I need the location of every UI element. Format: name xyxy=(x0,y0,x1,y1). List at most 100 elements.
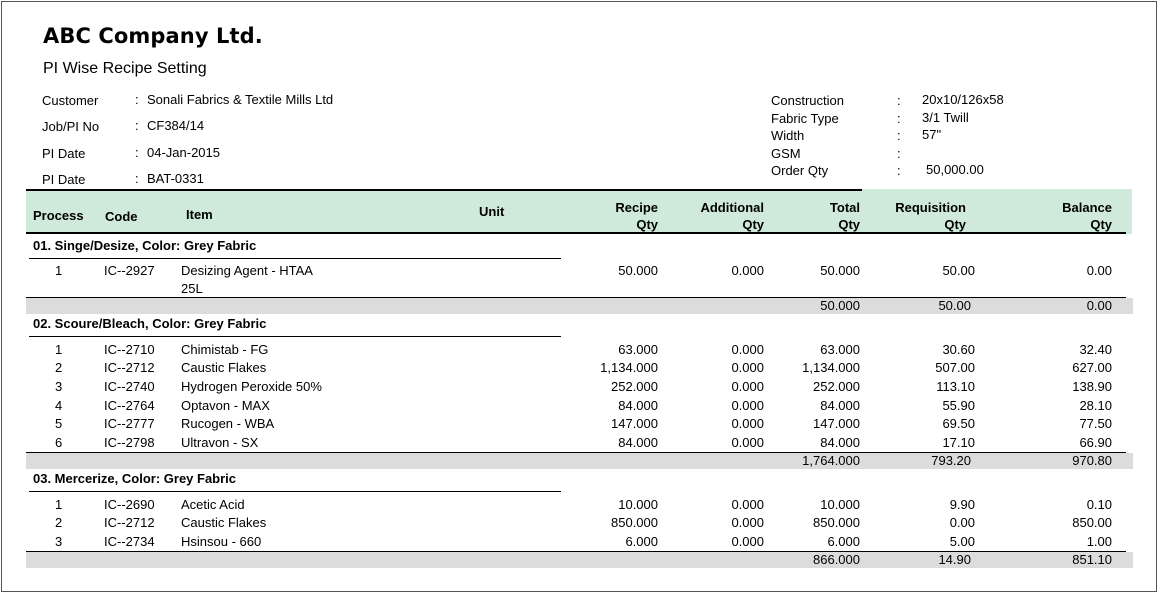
col-recipe-qty: Qty xyxy=(636,217,658,232)
width-value: 57" xyxy=(922,127,942,142)
row-requisition-qty: 9.90 xyxy=(949,497,975,512)
row-requisition-qty: 0.00 xyxy=(949,515,975,530)
construction-value: 20x10/126x58 xyxy=(922,92,1004,107)
colon: : xyxy=(897,93,901,108)
row-additional-qty: 0.000 xyxy=(731,379,764,394)
width-label: Width xyxy=(771,128,805,143)
col-additional-qty: Qty xyxy=(742,217,764,232)
row-code: IC--2798 xyxy=(104,435,155,450)
row-item: Optavon - MAX xyxy=(181,398,270,413)
pi-date-value: 04-Jan-2015 xyxy=(147,145,220,160)
group-title: 01. Singe/Desize, Color: Grey Fabric xyxy=(33,238,257,253)
row-total-qty: 147.000 xyxy=(813,416,860,431)
subtotal-requisition-qty: 793.20 xyxy=(931,453,971,468)
table-row: 3 IC--2734 Hsinsou - 660 6.000 0.000 6.0… xyxy=(0,534,1160,552)
row-requisition-qty: 30.60 xyxy=(942,342,975,357)
fabric-type-label: Fabric Type xyxy=(771,111,839,126)
col-requisition: Requisition xyxy=(895,200,966,215)
col-unit: Unit xyxy=(479,204,505,219)
row-balance-qty: 32.40 xyxy=(1079,342,1112,357)
construction-label: Construction xyxy=(771,93,844,108)
row-item: Chimistab - FG xyxy=(181,342,269,357)
row-code: IC--2927 xyxy=(104,263,155,278)
row-code: IC--2777 xyxy=(104,416,155,431)
row-code: IC--2690 xyxy=(104,497,155,512)
col-requisition-qty: Qty xyxy=(944,217,966,232)
gsm-label: GSM xyxy=(771,146,801,161)
colon: : xyxy=(897,163,901,178)
row-sl: 1 xyxy=(55,497,63,512)
order-qty-label: Order Qty xyxy=(771,163,829,178)
row-item: Caustic Flakes xyxy=(181,515,267,530)
row-recipe-qty: 147.000 xyxy=(611,416,658,431)
row-code: IC--2734 xyxy=(104,534,155,549)
colon: : xyxy=(897,146,901,161)
col-code: Code xyxy=(105,209,138,224)
group-underline xyxy=(29,258,561,259)
col-item: Item xyxy=(186,207,213,222)
order-qty-value: 50,000.00 xyxy=(926,162,984,177)
row-additional-qty: 0.000 xyxy=(731,534,764,549)
subtotal-requisition-qty: 50.00 xyxy=(938,298,971,313)
subtotal-total-qty: 1,764.000 xyxy=(802,453,860,468)
col-total-qty: Qty xyxy=(838,217,860,232)
row-item: Desizing Agent - HTAA xyxy=(181,263,313,278)
row-sl: 3 xyxy=(55,379,63,394)
row-requisition-qty: 113.10 xyxy=(936,379,975,394)
colon: : xyxy=(897,128,901,143)
row-total-qty: 6.000 xyxy=(827,534,860,549)
pi-date-value-2: BAT-0331 xyxy=(147,171,204,186)
row-recipe-qty: 850.000 xyxy=(611,515,658,530)
colon: : xyxy=(897,111,901,126)
company-name: ABC Company Ltd. xyxy=(43,24,263,48)
row-additional-qty: 0.000 xyxy=(731,342,764,357)
row-code: IC--2764 xyxy=(104,398,155,413)
table-row: 1 IC--2690 Acetic Acid 10.000 0.000 10.0… xyxy=(0,497,1160,515)
fabric-type-value: 3/1 Twill xyxy=(922,110,969,125)
row-total-qty: 63.000 xyxy=(820,342,860,357)
subtotal-balance-qty: 0.00 xyxy=(1086,298,1112,313)
row-requisition-qty: 50.00 xyxy=(942,263,975,278)
subtotal-balance-qty: 970.80 xyxy=(1072,453,1112,468)
row-code: IC--2712 xyxy=(104,360,155,375)
row-item-line2: 25L xyxy=(181,281,203,296)
col-process: Process xyxy=(33,208,84,223)
row-sl: 3 xyxy=(55,534,63,549)
row-additional-qty: 0.000 xyxy=(731,515,764,530)
row-recipe-qty: 1,134.000 xyxy=(600,360,658,375)
row-sl: 5 xyxy=(55,416,63,431)
col-balance: Balance xyxy=(1062,200,1112,215)
customer-value: Sonali Fabrics & Textile Mills Ltd xyxy=(147,92,334,107)
row-total-qty: 50.000 xyxy=(820,263,860,278)
row-requisition-qty: 17.10 xyxy=(942,435,975,450)
row-balance-qty: 77.50 xyxy=(1079,416,1112,431)
subtotal-balance-qty: 851.10 xyxy=(1072,552,1112,567)
row-additional-qty: 0.000 xyxy=(731,263,764,278)
report-title: PI Wise Recipe Setting xyxy=(43,60,207,77)
header-top-rule xyxy=(26,189,862,191)
job-pi-value: CF384/14 xyxy=(147,118,205,133)
row-total-qty: 1,134.000 xyxy=(802,360,860,375)
table-row: 1 IC--2710 Chimistab - FG 63.000 0.000 6… xyxy=(0,342,1160,360)
row-sl: 2 xyxy=(55,360,63,375)
row-recipe-qty: 84.000 xyxy=(618,435,658,450)
row-sl: 6 xyxy=(55,435,63,450)
table-row: 2 IC--2712 Caustic Flakes 850.000 0.000 … xyxy=(0,515,1160,533)
col-additional: Additional xyxy=(700,200,764,215)
subtotal-total-qty: 866.000 xyxy=(813,552,860,567)
row-additional-qty: 0.000 xyxy=(731,360,764,375)
row-additional-qty: 0.000 xyxy=(731,435,764,450)
customer-label: Customer xyxy=(42,93,99,108)
row-balance-qty: 850.00 xyxy=(1072,515,1112,530)
subtotal-requisition-qty: 14.90 xyxy=(938,552,971,567)
table-row: 2 IC--2712 Caustic Flakes 1,134.000 0.00… xyxy=(0,360,1160,378)
colon: : xyxy=(135,171,139,186)
group-title: 02. Scoure/Bleach, Color: Grey Fabric xyxy=(33,316,267,331)
row-additional-qty: 0.000 xyxy=(731,416,764,431)
subtotal-total-qty: 50.000 xyxy=(820,298,860,313)
row-sl: 1 xyxy=(55,263,63,278)
row-requisition-qty: 5.00 xyxy=(949,534,975,549)
row-recipe-qty: 6.000 xyxy=(625,534,658,549)
group-underline xyxy=(29,336,561,337)
table-row: 4 IC--2764 Optavon - MAX 84.000 0.000 84… xyxy=(0,398,1160,416)
